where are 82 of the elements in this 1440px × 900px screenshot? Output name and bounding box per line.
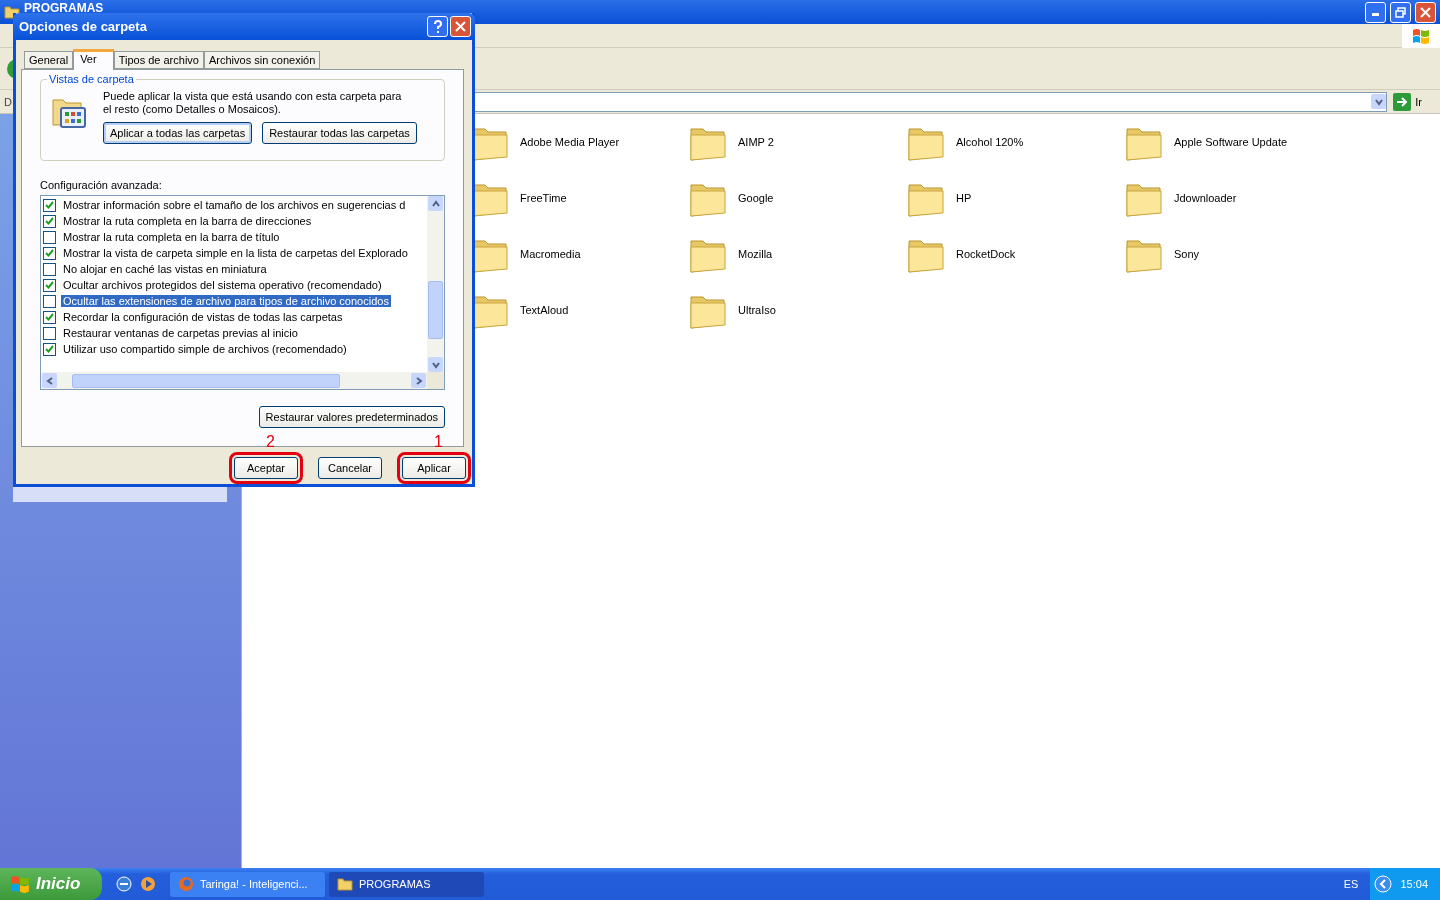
language-indicator[interactable]: ES — [1343, 878, 1359, 890]
step-number: 2 — [266, 433, 275, 451]
folder-name[interactable]: Jdownloader — [1174, 192, 1237, 204]
setting-label[interactable]: Ocultar archivos protegidos del sistema operativo (recomendado) — [61, 279, 384, 291]
address-label: D — [4, 95, 12, 108]
folder-views-icon — [51, 96, 87, 130]
help-icon — [432, 19, 443, 34]
checkbox[interactable] — [43, 294, 56, 308]
setting-label[interactable]: Mostrar información sobre el tamaño de los archivos en sugerencias d — [61, 199, 408, 211]
tab[interactable]: Archivos sin conexión — [203, 51, 321, 69]
group-title: Vistas de carpeta — [47, 73, 136, 85]
folder-name[interactable]: Google — [738, 192, 774, 204]
restore-defaults-button[interactable]: Restaurar valores predeterminados — [258, 406, 445, 428]
dropdown-button[interactable] — [1371, 94, 1387, 109]
description-text: Puede aplicar la vista que está usando con esta carpeta para el resto (como Detalles o Mosaicos). — [103, 90, 403, 116]
tab[interactable]: Tipos de archivo — [113, 51, 204, 69]
setting-label[interactable]: No alojar en caché las vistas en miniatura — [61, 263, 269, 275]
folder-name[interactable]: Mozilla — [738, 248, 773, 260]
play-icon[interactable] — [140, 876, 156, 892]
folder-name[interactable]: Alcohol 120% — [956, 136, 1024, 148]
folder-name[interactable]: Sony — [1174, 248, 1200, 260]
go-button[interactable]: Ir — [1391, 92, 1436, 111]
tab[interactable]: Ver — [73, 49, 114, 70]
folder-name[interactable]: FreeTime — [520, 192, 567, 204]
close-button[interactable] — [450, 16, 471, 37]
step-number: 1 — [434, 433, 443, 451]
checkbox[interactable] — [43, 214, 56, 228]
dialog-button[interactable]: Restaurar todas las carpetas — [262, 122, 417, 144]
setting-label[interactable]: Recordar la configuración de vistas de todas las carpetas — [61, 311, 345, 323]
checkbox[interactable] — [43, 246, 56, 260]
scrollbar-corner — [427, 372, 444, 389]
close-icon — [455, 21, 466, 32]
folder-name[interactable]: Macromedia — [520, 248, 581, 260]
windows-flag-icon — [1412, 27, 1430, 45]
folder-name[interactable]: UltraIso — [738, 304, 776, 316]
folder-name[interactable]: Adobe Media Player — [520, 136, 620, 148]
clock: 15:04 — [1400, 878, 1428, 890]
check-icon — [45, 281, 54, 289]
check-icon — [45, 345, 54, 353]
dialog-button[interactable]: Aplicar a todas las carpetas — [103, 122, 253, 144]
minimize-button[interactable] — [1365, 1, 1386, 23]
check-icon — [45, 249, 54, 257]
setting-label[interactable]: Restaurar ventanas de carpetas previas al inicio — [61, 327, 300, 339]
arrow-up-icon — [430, 198, 441, 209]
checkbox[interactable] — [43, 262, 56, 276]
checkbox[interactable] — [43, 342, 56, 356]
folder-icon — [337, 877, 353, 891]
folder-name[interactable]: AIMP 2 — [738, 136, 774, 148]
setting-label[interactable]: Mostrar la vista de carpeta simple en la lista de carpetas del Explorado — [61, 247, 410, 259]
folder-name[interactable]: TextAloud — [520, 304, 569, 316]
arrow-right-icon — [1393, 92, 1412, 111]
folder-name[interactable]: Apple Software Update — [1174, 136, 1288, 148]
folder-icon — [4, 5, 20, 19]
taskbar-button[interactable]: PROGRAMAS — [329, 871, 484, 897]
check-icon — [45, 313, 54, 321]
restore-button[interactable] — [1390, 1, 1411, 23]
folder-name[interactable]: HP — [956, 192, 972, 204]
chevron-icon[interactable] — [1374, 875, 1393, 893]
vertical-scrollbar[interactable] — [427, 196, 444, 372]
dialog-button[interactable]: Cancelar — [318, 457, 382, 479]
folder-name[interactable]: RocketDock — [956, 248, 1016, 260]
checkbox[interactable] — [43, 198, 56, 212]
windows-flag-icon — [10, 874, 30, 894]
setting-label[interactable]: Utilizar uso compartido simple de archivos (recomendado) — [61, 343, 349, 355]
window-title: PROGRAMAS — [24, 2, 104, 14]
dialog-title: Opciones de carpeta — [19, 19, 147, 34]
checkbox[interactable] — [43, 310, 56, 324]
checkbox[interactable] — [43, 326, 56, 340]
tab[interactable]: General — [24, 51, 74, 69]
taskbar-button[interactable]: Taringa! - Inteligenci... — [170, 871, 325, 897]
checkbox[interactable] — [43, 278, 56, 292]
section-label: Configuración avanzada: — [40, 179, 163, 191]
horizontal-scrollbar[interactable] — [41, 372, 427, 389]
restore-icon — [1395, 6, 1406, 18]
setting-label[interactable]: Mostrar la ruta completa en la barra de direcciones — [61, 215, 314, 227]
checkbox[interactable] — [43, 230, 56, 244]
setting-label[interactable]: Mostrar la ruta completa en la barra de título — [61, 231, 282, 243]
help-button[interactable] — [427, 16, 448, 37]
close-icon — [1420, 6, 1431, 18]
setting-label[interactable]: Ocultar las extensiones de archivo para tipos de archivo conocidos — [61, 295, 391, 307]
arrow-left-icon — [44, 375, 55, 386]
close-button[interactable] — [1415, 1, 1436, 23]
